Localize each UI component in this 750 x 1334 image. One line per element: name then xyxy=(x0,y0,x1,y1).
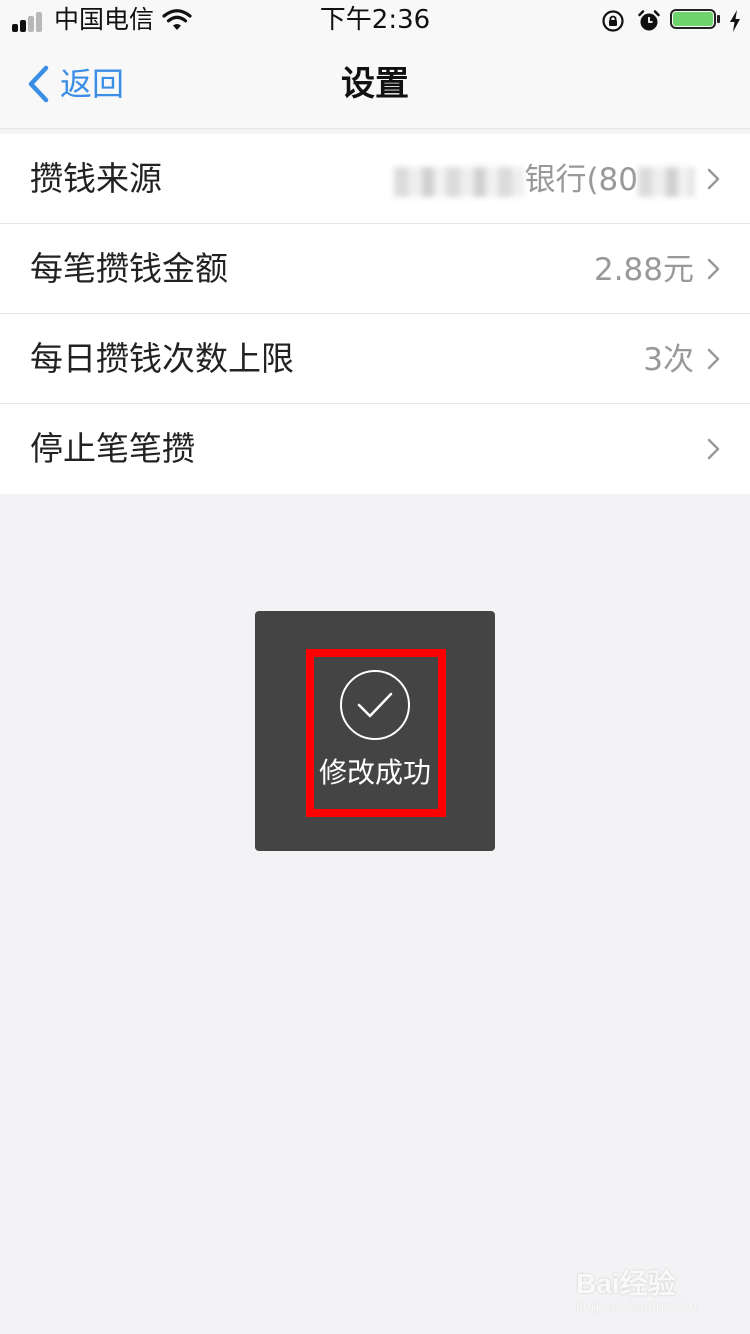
chevron-right-icon xyxy=(707,168,720,190)
settings-row-stop[interactable]: 停止笔笔攒 xyxy=(0,404,750,494)
navigation-bar: 返回 设置 xyxy=(0,40,750,129)
checkmark-circle-icon xyxy=(340,670,410,740)
success-toast: 修改成功 xyxy=(255,611,495,851)
row-value: 2.88元 xyxy=(593,252,694,288)
page-title: 设置 xyxy=(341,64,409,104)
settings-row-source[interactable]: 攒钱来源 银行(80 xyxy=(0,134,750,224)
settings-row-daily-limit[interactable]: 每日攒钱次数上限 3次 xyxy=(0,314,750,404)
redacted-blur xyxy=(638,166,694,197)
settings-row-amount[interactable]: 每笔攒钱金额 2.88元 xyxy=(0,224,750,314)
row-value: 银行(80 xyxy=(394,160,694,200)
watermark-url: jingyan.baidu.com xyxy=(576,1298,697,1315)
chevron-right-icon xyxy=(707,348,720,370)
watermark-brand: Bai经验 xyxy=(576,1268,676,1299)
chevron-right-icon xyxy=(707,438,720,460)
status-bar: 中国电信 下午2:36 xyxy=(0,0,750,40)
row-value: 3次 xyxy=(643,342,694,378)
bank-value: 银行(80 xyxy=(524,162,638,198)
baidu-jingyan-watermark: Bai经验 jingyan.baidu.com xyxy=(576,1248,736,1322)
charging-icon xyxy=(730,10,740,32)
toast-message: 修改成功 xyxy=(318,756,431,789)
row-label: 停止笔笔攒 xyxy=(30,429,195,468)
row-label: 攒钱来源 xyxy=(30,159,162,198)
battery-icon xyxy=(670,9,722,33)
row-label: 每日攒钱次数上限 xyxy=(30,339,294,378)
row-label: 每笔攒钱金额 xyxy=(30,249,228,288)
settings-list: 攒钱来源 银行(80 每笔攒钱金额 2.88元 每日攒钱次数上限 3次 停止笔笔… xyxy=(0,134,750,494)
orientation-lock-icon xyxy=(602,10,624,32)
alarm-icon xyxy=(638,10,660,31)
chevron-right-icon xyxy=(707,258,720,280)
redacted-blur xyxy=(394,166,525,197)
